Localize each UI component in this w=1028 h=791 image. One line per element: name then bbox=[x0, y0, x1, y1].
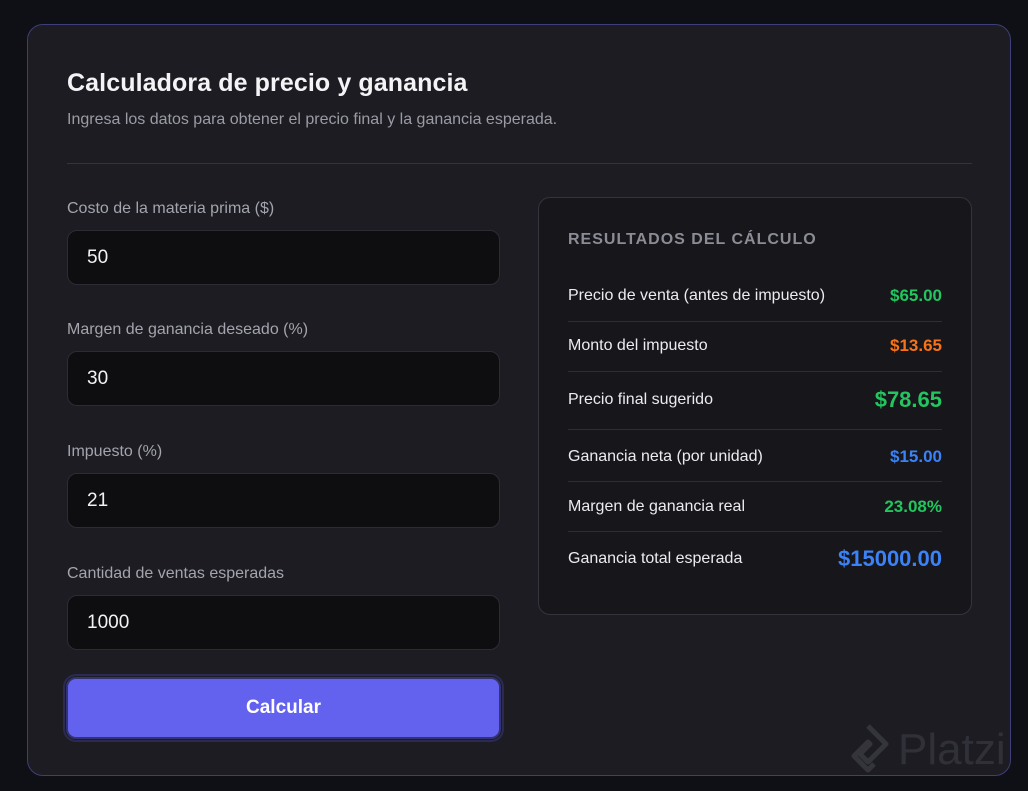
page-title: Calculadora de precio y ganancia bbox=[67, 69, 468, 97]
watermark-text: Platzi bbox=[898, 725, 1006, 774]
result-value: $15.00 bbox=[890, 447, 942, 466]
platzi-watermark: Platzi bbox=[846, 724, 1006, 776]
results-heading: RESULTADOS DEL CÁLCULO bbox=[568, 231, 817, 248]
calculate-button[interactable]: Calcular bbox=[66, 677, 501, 739]
row-divider bbox=[568, 481, 942, 482]
row-divider bbox=[568, 429, 942, 430]
results-panel: RESULTADOS DEL CÁLCULO Precio de venta (… bbox=[538, 197, 972, 615]
result-row-total-profit: Ganancia total esperada $15000.00 bbox=[568, 546, 942, 572]
row-divider bbox=[568, 321, 942, 322]
result-row-net-profit: Ganancia neta (por unidad) $15.00 bbox=[568, 447, 942, 467]
header-divider bbox=[67, 163, 972, 164]
page-subtitle: Ingresa los datos para obtener el precio… bbox=[67, 111, 558, 128]
row-divider bbox=[568, 531, 942, 532]
result-row-final-price: Precio final sugerido $78.65 bbox=[568, 387, 942, 413]
result-value: $78.65 bbox=[874, 387, 942, 412]
result-row-sale-price: Precio de venta (antes de impuesto) $65.… bbox=[568, 286, 942, 306]
result-value: $15000.00 bbox=[838, 546, 942, 571]
expected-sales-input[interactable] bbox=[67, 595, 500, 650]
result-label: Margen de ganancia real bbox=[568, 498, 746, 515]
raw-cost-label: Costo de la materia prima ($) bbox=[67, 200, 275, 217]
calculator-card: Calculadora de precio y ganancia Ingresa… bbox=[27, 24, 1011, 776]
result-value: $13.65 bbox=[890, 336, 942, 355]
result-label: Precio final sugerido bbox=[568, 391, 713, 408]
result-row-real-margin: Margen de ganancia real 23.08% bbox=[568, 497, 942, 517]
result-value: $65.00 bbox=[890, 286, 942, 305]
result-value: 23.08% bbox=[884, 497, 942, 516]
expected-sales-label: Cantidad de ventas esperadas bbox=[67, 565, 285, 582]
raw-cost-input[interactable] bbox=[67, 230, 500, 285]
result-row-tax-amount: Monto del impuesto $13.65 bbox=[568, 336, 942, 356]
platzi-logo-icon bbox=[851, 724, 889, 773]
result-label: Monto del impuesto bbox=[568, 337, 708, 354]
profit-margin-label: Margen de ganancia deseado (%) bbox=[67, 321, 309, 338]
row-divider bbox=[568, 371, 942, 372]
tax-input[interactable] bbox=[67, 473, 500, 528]
result-label: Ganancia total esperada bbox=[568, 550, 743, 567]
tax-label: Impuesto (%) bbox=[67, 443, 163, 460]
profit-margin-input[interactable] bbox=[67, 351, 500, 406]
result-label: Precio de venta (antes de impuesto) bbox=[568, 287, 826, 304]
result-label: Ganancia neta (por unidad) bbox=[568, 448, 763, 465]
